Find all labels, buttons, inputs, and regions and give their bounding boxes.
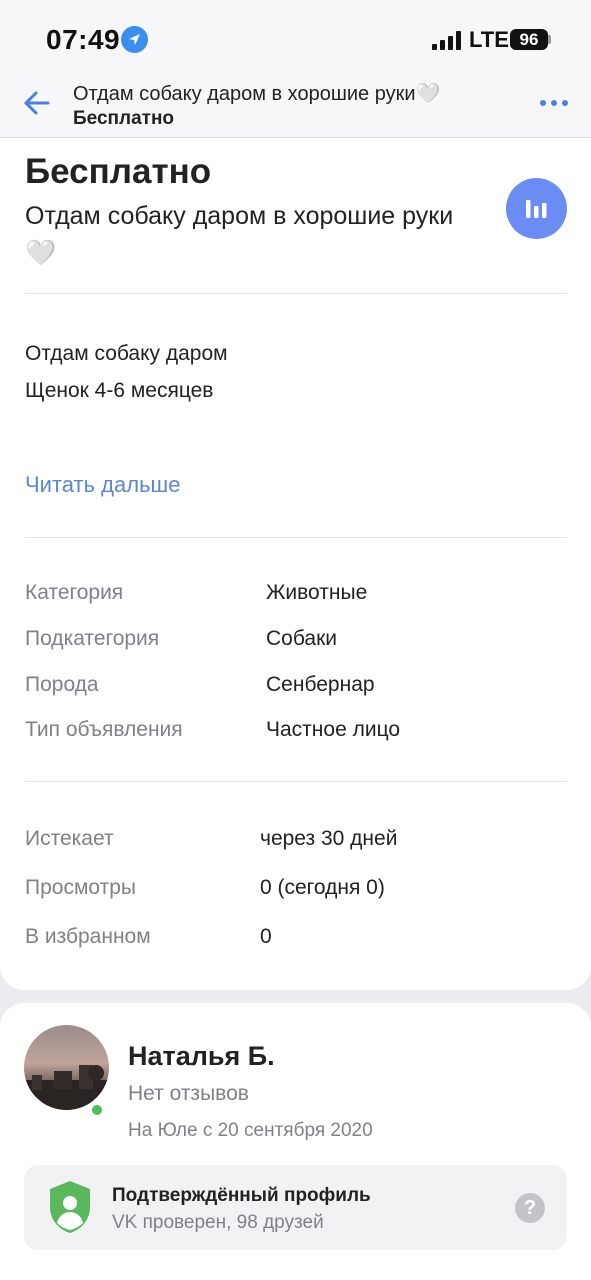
listing-price: Бесплатно [25, 152, 212, 191]
online-indicator [90, 1103, 104, 1117]
seller-card[interactable]: Наталья Б. Нет отзывов На Юле с 20 сентя… [0, 1003, 591, 1280]
listing-card: Бесплатно Отдам собаку даром в хорошие р… [0, 138, 591, 990]
battery-tip [548, 35, 551, 44]
bar-chart-icon [526, 200, 547, 218]
divider [25, 537, 567, 538]
arrow-left-icon[interactable] [22, 88, 52, 118]
location-arrow-icon [121, 26, 148, 53]
read-more-link[interactable]: Читать дальше [25, 472, 180, 498]
battery-icon: 96 [510, 29, 548, 50]
question-icon[interactable]: ? [515, 1193, 545, 1223]
seller-since: На Юле с 20 сентября 2020 [128, 1120, 373, 1141]
network-type: LTE [469, 27, 509, 52]
description-line: Щенок 4-6 месяцев [25, 379, 214, 402]
detail-label: Тип объявления [25, 718, 183, 741]
detail-value: Собаки [266, 627, 337, 650]
divider [25, 781, 567, 782]
detail-label: Подкатегория [25, 627, 160, 650]
status-bar: 07:49 LTE 96 [0, 0, 591, 78]
more-dots-icon[interactable] [540, 100, 570, 108]
seller-name[interactable]: Наталья Б. [128, 1041, 275, 1072]
avatar[interactable] [24, 1025, 109, 1110]
nav-title: Отдам собаку даром в хорошие руки🤍 [73, 83, 441, 105]
listing-title: Отдам собаку даром в хорошие руки🤍 [25, 202, 454, 267]
stat-label: Просмотры [25, 876, 136, 899]
detail-label: Категория [25, 581, 124, 604]
clock: 07:49 [46, 24, 121, 55]
stat-value: 0 (сегодня 0) [260, 876, 385, 899]
stat-label: В избранном [25, 925, 151, 948]
stat-value: 0 [260, 925, 272, 948]
stat-value: через 30 дней [260, 827, 398, 850]
shield-user-icon [46, 1179, 94, 1235]
nav-bar: Отдам собаку даром в хорошие руки🤍 Беспл… [0, 78, 591, 138]
seller-reviews: Нет отзывов [128, 1082, 249, 1105]
verified-profile-box[interactable]: Подтверждённый профиль VK проверен, 98 д… [24, 1165, 567, 1250]
verified-title: Подтверждённый профиль [112, 1185, 371, 1206]
stat-label: Истекает [25, 827, 114, 850]
description-line: Отдам собаку даром [25, 342, 228, 365]
nav-subtitle: Бесплатно [73, 108, 175, 129]
detail-value: Животные [266, 581, 368, 604]
stats-button[interactable] [506, 178, 567, 239]
verified-subtitle: VK проверен, 98 друзей [112, 1212, 324, 1233]
detail-value: Частное лицо [266, 718, 401, 741]
divider [25, 293, 567, 294]
detail-label: Порода [25, 673, 99, 696]
detail-value: Сенбернар [266, 673, 375, 696]
cellular-signal-icon [432, 30, 462, 50]
